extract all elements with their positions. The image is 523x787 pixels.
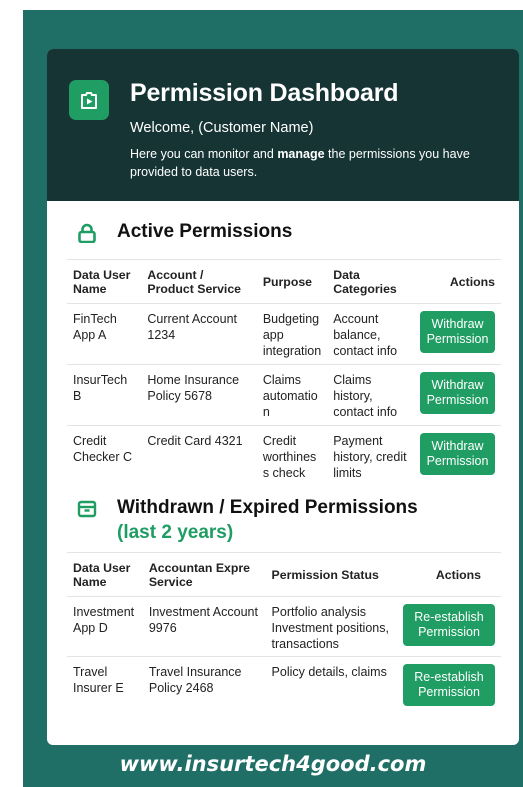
account-service: Investment Account 9976 <box>148 605 258 635</box>
column-header: Actions <box>435 567 481 582</box>
user-name: FinTech App A <box>73 312 117 342</box>
section-subtitle: (last 2 years) <box>117 522 234 543</box>
table-row: FinTech App A Current Account 1234 Budge… <box>67 304 501 365</box>
column-header: Permission Status <box>271 567 379 582</box>
section-title: Withdrawn / Expired Permissions <box>117 497 418 518</box>
re-establish-permission-button[interactable]: Re-establish Permission <box>403 664 495 706</box>
account-service: Current Account 1234 <box>147 312 238 342</box>
welcome-text: Welcome, (Customer Name) <box>130 120 314 136</box>
account-service: Travel Insurance Policy 2468 <box>148 665 242 695</box>
lock-icon <box>78 223 96 243</box>
active-permissions-table: Data User Name Account / Product Service… <box>67 259 501 487</box>
document-play-icon <box>69 80 109 120</box>
table-header: Data User Name Account / Product Service… <box>67 259 501 304</box>
column-header: Account / Product Service <box>147 267 242 296</box>
dashboard-card: Permission Dashboard Welcome, (Customer … <box>47 49 519 745</box>
account-service: Credit Card 4321 <box>147 434 243 448</box>
column-header: Accountan Expre Service <box>148 560 250 589</box>
table-row: Credit Checker C Credit Card 4321 Credit… <box>67 426 501 487</box>
withdraw-permission-button[interactable]: Withdraw Permission <box>420 311 495 353</box>
withdraw-permission-button[interactable]: Withdraw Permission <box>420 433 495 475</box>
column-header: Actions <box>449 274 495 289</box>
column-header: Data User Name <box>73 267 131 296</box>
dashboard-header: Permission Dashboard Welcome, (Customer … <box>47 49 519 201</box>
active-permissions-heading: Active Permissions <box>77 221 292 243</box>
section-title: Active Permissions <box>117 221 293 242</box>
purpose: Claims automatio n <box>262 373 318 419</box>
purpose: Credit worthines s check <box>262 434 317 480</box>
table-row: Travel Insurer E Travel Insurance Policy… <box>67 657 501 717</box>
table-row: InsurTech B Home Insurance Policy 5678 C… <box>67 365 501 426</box>
withdrawn-permissions-heading: Withdrawn / Expired Permissions (last 2 … <box>77 497 418 544</box>
table-header: Data User Name Accountan Expre Service P… <box>67 552 501 597</box>
archive-box-icon <box>77 500 97 518</box>
column-header: Data Categories <box>333 267 397 296</box>
table-row: Investment App D Investment Account 9976… <box>67 597 501 657</box>
permission-status: Portfolio analysis Investment positions,… <box>271 605 389 651</box>
column-header: Data User Name <box>73 560 131 589</box>
user-name: InsurTech B <box>73 373 128 403</box>
user-name: Investment App D <box>73 605 135 635</box>
account-service: Home Insurance Policy 5678 <box>147 373 240 403</box>
page-title: Permission Dashboard <box>130 79 399 107</box>
user-name: Credit Checker C <box>73 434 133 464</box>
data-categories: Payment history, credit limits <box>333 434 407 480</box>
purpose: Budgeting app integration <box>262 312 322 358</box>
intro-text: Here you can monitor and manage the perm… <box>130 147 470 179</box>
footer-url: www.insurtech4good.com <box>119 752 427 776</box>
user-name: Travel Insurer E <box>73 665 124 695</box>
column-header: Purpose <box>262 274 313 289</box>
data-categories: Account balance, contact info <box>333 312 398 358</box>
re-establish-permission-button[interactable]: Re-establish Permission <box>403 604 495 646</box>
permission-status: Policy details, claims <box>271 665 387 679</box>
data-categories: Claims history, contact info <box>333 373 398 419</box>
withdraw-permission-button[interactable]: Withdraw Permission <box>420 372 495 414</box>
withdrawn-permissions-table: Data User Name Accountan Expre Service P… <box>67 552 501 717</box>
